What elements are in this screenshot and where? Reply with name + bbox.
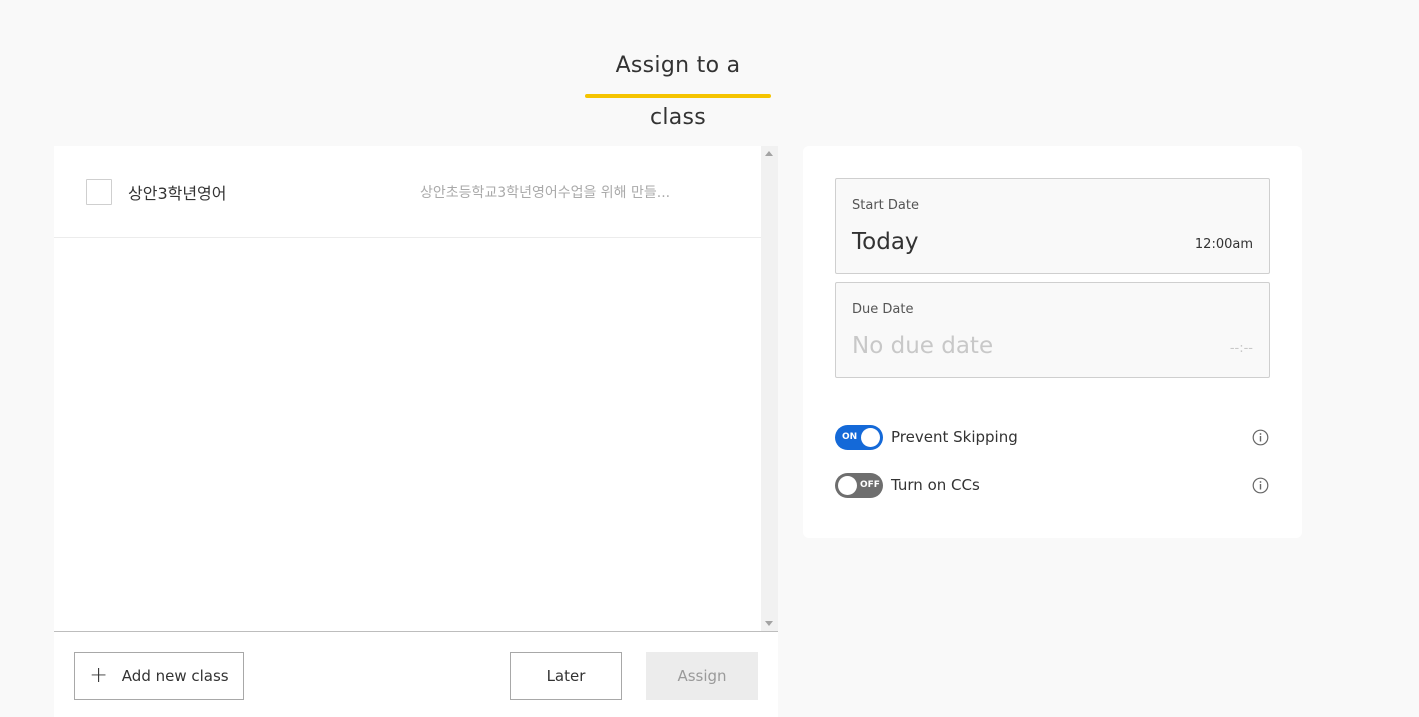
class-row[interactable]: 상안3학년영어 상안초등학교3학년영어수업을 위해 만들... bbox=[54, 146, 761, 238]
class-panel: 상안3학년영어 상안초등학교3학년영어수업을 위해 만들... + Add ne… bbox=[54, 146, 778, 717]
toggle-knob bbox=[861, 428, 880, 447]
toggle-state-text: ON bbox=[842, 432, 858, 442]
due-date-field[interactable]: Due Date No due date --:-- bbox=[835, 282, 1270, 378]
info-icon[interactable] bbox=[1252, 477, 1269, 494]
toggle-knob bbox=[838, 476, 857, 495]
settings-panel: Start Date Today 12:00am Due Date No due… bbox=[803, 146, 1302, 538]
plus-icon: + bbox=[89, 663, 108, 688]
due-date-label: Due Date bbox=[852, 302, 914, 317]
class-description: 상안초등학교3학년영어수업을 위해 만들... bbox=[420, 185, 671, 201]
prevent-skipping-toggle[interactable]: ON bbox=[835, 425, 883, 450]
class-checkbox[interactable] bbox=[86, 179, 112, 205]
start-time-value[interactable]: 12:00am bbox=[1195, 237, 1253, 252]
start-date-field[interactable]: Start Date Today 12:00am bbox=[835, 178, 1270, 274]
scrollbar[interactable] bbox=[761, 146, 778, 631]
class-name: 상안3학년영어 bbox=[128, 184, 227, 203]
scroll-down-icon[interactable] bbox=[765, 621, 773, 626]
class-list[interactable]: 상안3학년영어 상안초등학교3학년영어수업을 위해 만들... bbox=[54, 146, 761, 631]
turn-on-ccs-row: OFF Turn on CCs bbox=[835, 473, 1270, 499]
due-time-value[interactable]: --:-- bbox=[1230, 341, 1253, 356]
start-date-label: Start Date bbox=[852, 198, 919, 213]
start-date-value[interactable]: Today bbox=[852, 229, 919, 255]
turn-on-ccs-label: Turn on CCs bbox=[891, 476, 980, 494]
prevent-skipping-label: Prevent Skipping bbox=[891, 428, 1018, 446]
later-button[interactable]: Later bbox=[510, 652, 622, 700]
panel-footer: + Add new class Later Assign bbox=[54, 631, 778, 717]
page-header: Assign to a class bbox=[585, 40, 771, 130]
due-date-value[interactable]: No due date bbox=[852, 333, 993, 359]
info-icon[interactable] bbox=[1252, 429, 1269, 446]
add-new-class-label: Add new class bbox=[121, 667, 229, 685]
prevent-skipping-row: ON Prevent Skipping bbox=[835, 425, 1270, 451]
assign-button[interactable]: Assign bbox=[646, 652, 758, 700]
scroll-up-icon[interactable] bbox=[765, 151, 773, 156]
page-title: Assign to a class bbox=[615, 53, 741, 130]
turn-on-ccs-toggle[interactable]: OFF bbox=[835, 473, 883, 498]
add-new-class-button[interactable]: + Add new class bbox=[74, 652, 244, 700]
title-underline bbox=[585, 94, 771, 98]
toggle-state-text: OFF bbox=[860, 480, 880, 490]
